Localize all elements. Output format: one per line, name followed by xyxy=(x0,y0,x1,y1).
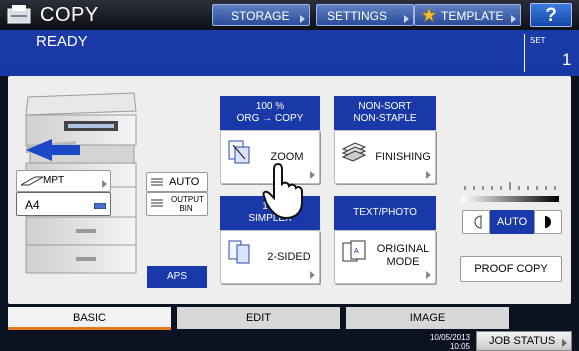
storage-label: STORAGE xyxy=(231,9,290,23)
finishing-header: NON-SORT NON-STAPLE xyxy=(334,96,436,130)
tab-image[interactable]: IMAGE xyxy=(346,307,509,329)
help-button[interactable]: ? xyxy=(530,3,572,27)
job-status-button[interactable]: JOB STATUS xyxy=(476,331,572,351)
paper-size-a4-button[interactable]: A4 xyxy=(16,192,111,216)
chevron-right-icon xyxy=(511,15,516,23)
tab-edit[interactable]: EDIT xyxy=(177,307,340,329)
original-mode-label: ORIGINAL MODE xyxy=(375,243,431,269)
chevron-right-icon xyxy=(102,180,107,188)
zoom-direction: ORG → COPY xyxy=(236,113,304,124)
set-label: SET xyxy=(530,36,546,45)
output-bin-icon xyxy=(151,199,163,207)
mpt-tray-icon xyxy=(21,176,43,186)
darker-button[interactable] xyxy=(534,210,562,234)
original-mode-label-line2: MODE xyxy=(386,256,420,268)
set-divider xyxy=(524,34,525,72)
chevron-right-icon xyxy=(562,339,567,347)
zoom-header: 100 % ORG → COPY xyxy=(220,96,320,130)
svg-text:A: A xyxy=(354,248,359,255)
mpt-label: MPT xyxy=(43,175,65,186)
output-bin-button[interactable]: OUTPUT BIN xyxy=(146,192,208,216)
finishing-button[interactable]: FINISHING xyxy=(334,130,436,184)
status-text: READY xyxy=(36,33,88,50)
darker-icon xyxy=(545,216,551,228)
datetime: 10/05/2013 10:05 xyxy=(398,333,470,351)
chevron-right-icon xyxy=(310,271,315,279)
date-text: 10/05/2013 xyxy=(429,333,470,342)
finishing-label: FINISHING xyxy=(375,151,431,163)
app-title: COPY xyxy=(40,4,99,26)
sort-mode: NON-SORT xyxy=(358,101,412,112)
original-mode-button[interactable]: A ORIGINAL MODE xyxy=(334,230,436,284)
original-mode-label-line1: ORIGINAL xyxy=(376,243,430,255)
template-button[interactable]: TEMPLATE xyxy=(414,4,521,26)
two-sided-icon xyxy=(228,240,250,264)
original-mode-header: TEXT/PHOTO xyxy=(334,196,436,230)
template-label: TEMPLATE xyxy=(441,9,504,23)
finishing-icon xyxy=(341,142,367,162)
paper-stack-icon xyxy=(151,178,163,186)
auto-label: AUTO xyxy=(169,176,200,188)
chevron-right-icon xyxy=(300,15,305,23)
original-mode-icon: A xyxy=(342,240,366,262)
tab-basic[interactable]: BASIC xyxy=(8,307,171,329)
settings-label: SETTINGS xyxy=(327,9,388,23)
job-status-label: JOB STATUS xyxy=(489,335,556,347)
staple-mode: NON-STAPLE xyxy=(353,113,417,124)
chevron-right-icon xyxy=(404,15,409,23)
density-scale xyxy=(462,182,559,202)
proof-copy-button[interactable]: PROOF COPY xyxy=(460,256,562,282)
zoom-icon xyxy=(228,140,250,164)
settings-button[interactable]: SETTINGS xyxy=(316,4,414,26)
lighter-button[interactable] xyxy=(462,210,490,234)
active-tab-indicator xyxy=(8,327,171,330)
output-bin-label: OUTPUT BIN xyxy=(171,195,204,213)
chevron-right-icon xyxy=(426,271,431,279)
chevron-right-icon xyxy=(426,171,431,179)
star-icon xyxy=(422,8,436,22)
auto-paper-button[interactable]: AUTO xyxy=(146,172,208,192)
set-count: 1 xyxy=(562,50,572,69)
paper-size-label: A4 xyxy=(25,198,40,212)
density-auto-button[interactable]: AUTO xyxy=(490,210,534,234)
paper-tray-icon xyxy=(94,203,106,209)
storage-button[interactable]: STORAGE xyxy=(212,4,310,26)
lighter-icon xyxy=(474,215,482,229)
copier-icon xyxy=(7,5,31,24)
aps-indicator: APS xyxy=(147,266,207,288)
mpt-button[interactable]: MPT xyxy=(16,170,111,192)
2-sided-label: 2-SIDED xyxy=(267,251,311,263)
chevron-right-icon xyxy=(310,171,315,179)
time-text: 10:05 xyxy=(449,342,470,351)
zoom-ratio: 100 % xyxy=(255,101,285,112)
2-sided-button[interactable]: 2-SIDED xyxy=(220,230,320,284)
pointer-hand-icon xyxy=(262,162,303,220)
